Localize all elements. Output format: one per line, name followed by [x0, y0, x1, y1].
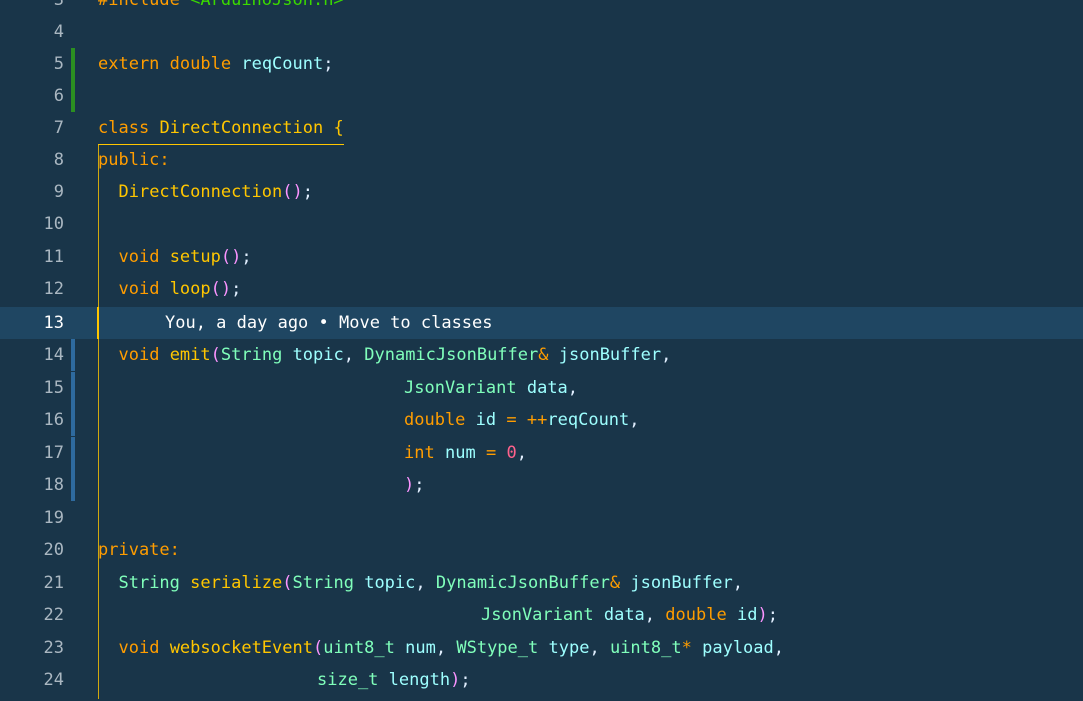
code-text: double id = ++reqCount, [404, 410, 640, 430]
code-line[interactable]: 16 double id = ++reqCount, [0, 404, 1083, 436]
line-number: 6 [53, 86, 64, 106]
code-line[interactable]: 9 DirectConnection(); [0, 176, 1083, 208]
code-text: public: [98, 150, 170, 170]
line-number: 7 [53, 118, 64, 138]
line-number: 17 [43, 443, 64, 463]
code-line[interactable]: 14 void emit(String topic, DynamicJsonBu… [0, 339, 1083, 371]
code-editor[interactable]: 3 #include <ArduinoJson.h> 4 5 extern do… [0, 0, 1083, 701]
code-line[interactable]: 22 JsonVariant data, double id); [0, 599, 1083, 631]
line-number: 15 [43, 378, 64, 398]
line-number: 20 [43, 540, 64, 560]
code-line[interactable]: 17 int num = 0, [0, 437, 1083, 469]
line-number: 3 [53, 0, 64, 10]
scope-indent-guide [98, 144, 99, 699]
line-number: 12 [43, 279, 64, 299]
git-blame-annotation: You, a day ago • Move to classes [165, 313, 493, 333]
code-line[interactable]: 20 private: [0, 534, 1083, 566]
line-number: 21 [43, 573, 64, 593]
code-text: void emit(String topic, DynamicJsonBuffe… [118, 345, 672, 365]
line-number: 16 [43, 410, 64, 430]
line-number: 10 [43, 214, 64, 234]
line-number: 9 [53, 182, 64, 202]
line-number: 8 [53, 150, 64, 170]
line-number: 24 [43, 670, 64, 690]
git-added-indicator[interactable] [71, 48, 75, 80]
line-number: 4 [53, 22, 64, 42]
code-line[interactable]: 10 [0, 208, 1083, 240]
line-number: 18 [43, 475, 64, 495]
git-modified-indicator[interactable] [71, 372, 75, 404]
line-number: 23 [43, 638, 64, 658]
line-number: 22 [43, 605, 64, 625]
code-text: JsonVariant data, double id); [481, 605, 778, 625]
code-line[interactable]: 3 #include <ArduinoJson.h> [0, 0, 1083, 16]
current-line[interactable]: 13 You, a day ago • Move to classes [0, 307, 1083, 339]
line-number: 13 [43, 313, 64, 333]
line-number: 14 [43, 345, 64, 365]
code-line[interactable]: 24 size_t length); [0, 664, 1083, 696]
code-text: size_t length); [317, 670, 471, 690]
git-modified-indicator[interactable] [71, 404, 75, 436]
git-added-indicator[interactable] [71, 80, 75, 112]
line-number: 5 [53, 54, 64, 74]
code-line[interactable]: 15 JsonVariant data, [0, 372, 1083, 404]
git-modified-indicator[interactable] [71, 437, 75, 469]
code-line[interactable]: 21 String serialize(String topic, Dynami… [0, 567, 1083, 599]
code-text: void setup(); [118, 247, 252, 267]
code-line[interactable]: 11 void setup(); [0, 241, 1083, 273]
code-line[interactable]: 7 class DirectConnection { [0, 112, 1083, 145]
line-number: 19 [43, 508, 64, 528]
code-text: int num = 0, [404, 443, 527, 463]
code-text: private: [98, 540, 180, 560]
git-modified-indicator[interactable] [71, 339, 75, 371]
code-text: #include <ArduinoJson.h> [98, 0, 344, 10]
code-text: extern double reqCount; [98, 54, 334, 74]
code-line[interactable]: 18 ); [0, 469, 1083, 501]
code-text: void websocketEvent(uint8_t num, WStype_… [118, 638, 785, 658]
code-text: String serialize(String topic, DynamicJs… [118, 573, 743, 593]
code-line[interactable]: 5 extern double reqCount; [0, 48, 1083, 80]
code-line[interactable]: 12 void loop(); [0, 273, 1083, 305]
code-text: JsonVariant data, [404, 378, 579, 398]
line-number: 11 [43, 247, 64, 267]
code-line[interactable]: 4 [0, 16, 1083, 48]
code-text: DirectConnection(); [118, 182, 313, 202]
code-text: ); [404, 475, 425, 495]
code-line[interactable]: 19 [0, 502, 1083, 534]
code-text: class DirectConnection { [98, 112, 344, 145]
code-text: void loop(); [118, 279, 242, 299]
git-modified-indicator[interactable] [71, 469, 75, 501]
code-line[interactable]: 8 public: [0, 144, 1083, 176]
code-line[interactable]: 6 [0, 80, 1083, 112]
code-line[interactable]: 23 void websocketEvent(uint8_t num, WSty… [0, 632, 1083, 664]
